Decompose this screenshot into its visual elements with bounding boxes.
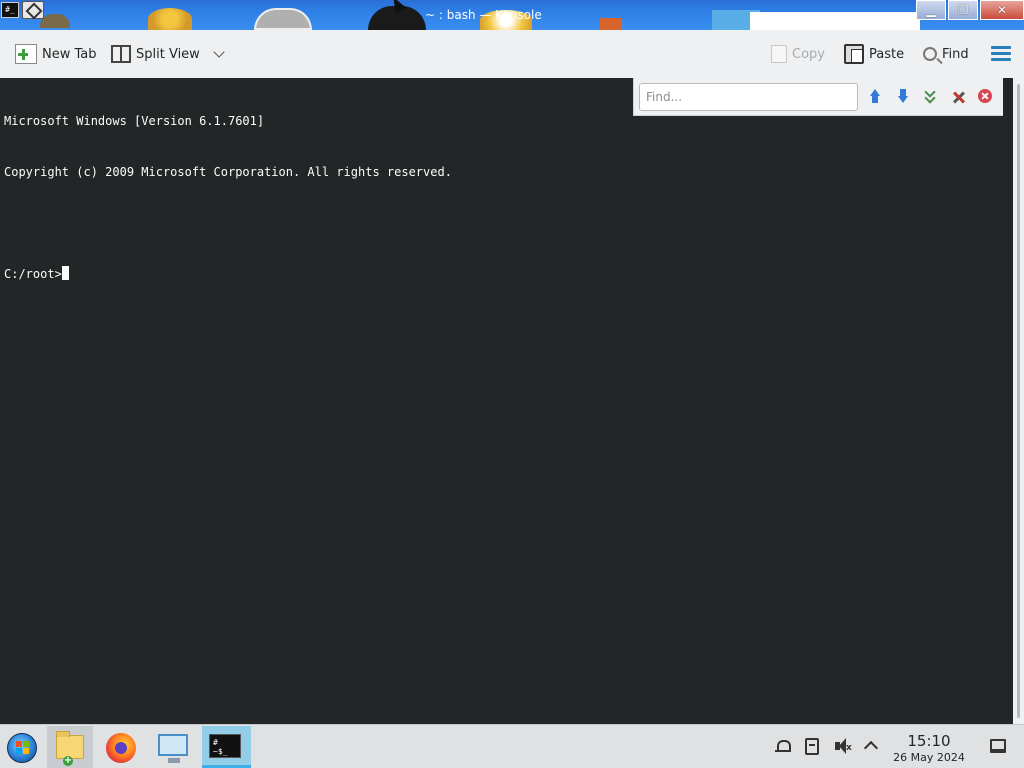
find-icon — [923, 47, 937, 61]
firefox-icon — [106, 733, 136, 763]
title-bar[interactable]: #_ ~ : bash — Konsole ▁ ❐ ✕ — [0, 0, 1024, 30]
find-previous-icon[interactable] — [867, 89, 883, 105]
display-settings-icon — [158, 734, 188, 763]
taskbar-system-settings[interactable] — [150, 726, 196, 768]
clock-date: 26 May 2024 — [893, 751, 965, 764]
terminal-output[interactable]: Microsoft Windows [Version 6.1.7601] Cop… — [0, 78, 1013, 724]
start-menu-button[interactable] — [0, 726, 46, 768]
minimize-button[interactable]: ▁ — [916, 0, 946, 20]
titlebar-decoration — [148, 8, 192, 30]
paste-button[interactable]: Paste — [844, 42, 904, 66]
maximize-button[interactable]: ❐ — [948, 0, 978, 20]
search-options-tools-icon[interactable] — [950, 89, 966, 105]
toolbar: New Tab Split View Copy Paste Find — [0, 30, 1024, 78]
close-button[interactable]: ✕ — [980, 0, 1024, 20]
copy-label: Copy — [792, 46, 825, 62]
minimize-icon: ▁ — [926, 3, 936, 17]
find-next-icon[interactable] — [895, 89, 911, 105]
terminal-line: Copyright (c) 2009 Microsoft Corporation… — [4, 165, 452, 179]
scrollbar-handle[interactable] — [1017, 84, 1020, 718]
taskbar-file-manager[interactable]: + — [47, 726, 93, 768]
titlebar-decoration — [254, 8, 312, 30]
text-cursor — [61, 266, 69, 280]
folder-add-badge-icon: + — [63, 755, 73, 766]
konsole-icon: # ~$_ — [209, 734, 241, 758]
clock-time: 15:10 — [907, 732, 951, 750]
split-view-label: Split View — [136, 46, 200, 62]
show-desktop-icon[interactable] — [990, 739, 1006, 753]
copy-icon — [771, 45, 787, 63]
clipboard-icon[interactable] — [805, 738, 819, 755]
window-controls: ▁ ❐ ✕ — [914, 0, 1024, 20]
terminal-prompt: C:/root> — [4, 267, 62, 281]
digital-clock[interactable]: 15:10 26 May 2024 — [885, 733, 973, 765]
hamburger-menu-icon[interactable] — [991, 46, 1011, 62]
find-label: Find — [942, 46, 969, 62]
find-input[interactable] — [639, 83, 858, 111]
titlebar-decoration — [40, 14, 70, 28]
terminal-prompt-line: C:/root> — [4, 266, 1013, 283]
windows-start-icon — [7, 733, 37, 763]
close-icon: ✕ — [996, 3, 1008, 17]
new-tab-label: New Tab — [42, 46, 97, 62]
paste-label: Paste — [869, 46, 905, 62]
titlebar-decoration — [750, 12, 920, 30]
split-view-button[interactable]: Split View — [111, 42, 225, 66]
konsole-app-icon[interactable]: #_ — [1, 2, 19, 18]
taskbar: + # ~$_ x 15:10 26 May 2024 — [0, 724, 1024, 768]
chevron-down-icon[interactable] — [213, 46, 225, 58]
split-view-icon — [111, 45, 131, 63]
find-bar — [633, 78, 1003, 116]
maximize-icon: ❐ — [957, 3, 969, 17]
terminal-scrollbar[interactable] — [1013, 78, 1024, 724]
window-title: ~ : bash — Konsole — [425, 8, 542, 22]
titlebar-decoration — [600, 18, 622, 30]
taskbar-firefox[interactable] — [98, 726, 144, 768]
copy-button[interactable]: Copy — [771, 42, 825, 66]
paste-icon — [844, 44, 864, 64]
volume-muted-mark: x — [846, 743, 852, 753]
window-menu-button[interactable] — [22, 1, 44, 19]
new-tab-button[interactable]: New Tab — [15, 42, 97, 66]
chevron-up-icon[interactable] — [863, 738, 879, 754]
new-tab-icon — [15, 44, 37, 64]
notifications-bell-icon[interactable] — [775, 738, 791, 754]
close-find-bar-icon[interactable] — [978, 89, 992, 103]
find-button[interactable]: Find — [923, 42, 969, 66]
find-options-icon[interactable] — [923, 86, 939, 105]
taskbar-konsole[interactable]: # ~$_ — [202, 726, 251, 768]
